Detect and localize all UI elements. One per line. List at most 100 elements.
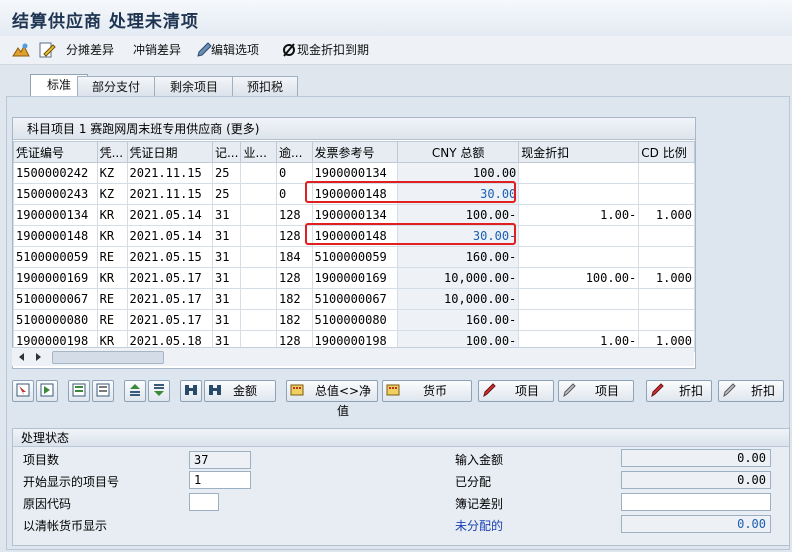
cell-days-overdue[interactable]: 182 [275,288,313,310]
cell-document-type[interactable]: KR [96,267,128,289]
cell-cd-rate[interactable] [638,183,695,205]
cell-cash-discount[interactable] [518,162,640,184]
find-amount-button[interactable]: 金额 [204,380,276,402]
col-header-document-date[interactable]: 凭证日期 [126,141,213,163]
cell-document-date[interactable]: 2021.05.14 [126,204,213,226]
scroll-left-icon[interactable] [18,353,26,361]
cell-cny-gross-amount[interactable]: 160.00- [397,309,520,331]
currency-button[interactable]: 货币 [382,380,472,402]
cell-posting-key[interactable]: 31 [211,288,242,310]
select-item-icon[interactable] [12,380,34,402]
cell-cash-discount[interactable] [518,288,640,310]
reason-code-input[interactable] [189,493,219,511]
activate-item-button[interactable]: 项目 [478,380,554,402]
scroll-thumb[interactable] [52,351,164,364]
cell-cd-rate[interactable] [638,309,695,331]
sort-ascending-icon[interactable] [124,380,146,402]
cell-document-number[interactable]: 5100000059 [13,246,98,268]
cell-business-area[interactable] [240,288,277,310]
cell-cash-discount[interactable] [518,183,640,205]
edit-document-icon[interactable] [38,40,58,60]
cell-posting-key[interactable]: 31 [211,309,242,331]
cell-posting-key[interactable]: 31 [211,246,242,268]
cell-document-type[interactable]: KZ [96,162,128,184]
horizontal-scrollbar[interactable] [12,347,694,366]
cell-document-number[interactable]: 5100000080 [13,309,98,331]
tab-partial-payment[interactable]: 部分支付 [77,76,155,97]
col-header-document-type[interactable]: 凭... [96,141,128,163]
tab-residual-items[interactable]: 剩余项目 [154,76,234,97]
activate-discount-button[interactable]: 折扣 [646,380,712,402]
col-header-invoice-reference[interactable]: 发票参考号 [311,141,399,163]
cell-business-area[interactable] [240,246,277,268]
edit-options-button[interactable]: 编辑选项 [211,40,259,60]
cell-days-overdue[interactable]: 128 [275,267,313,289]
cell-cny-gross-amount[interactable]: 10,000.00- [397,267,520,289]
sort-descending-icon[interactable] [148,380,170,402]
cell-cash-discount[interactable]: 100.00- [518,267,640,289]
col-header-cd-rate[interactable]: CD 比例 [638,141,695,163]
col-header-business-area[interactable]: 业... [240,141,277,163]
cell-invoice-reference[interactable]: 1900000169 [311,267,399,289]
select-all-icon[interactable] [36,380,58,402]
cell-business-area[interactable] [240,162,277,184]
cell-posting-key[interactable]: 25 [211,183,242,205]
cell-document-date[interactable]: 2021.05.15 [126,246,213,268]
cell-cd-rate[interactable] [638,246,695,268]
cell-document-date[interactable]: 2021.05.17 [126,309,213,331]
table-row[interactable]: 5100000059 RE 2021.05.15 31 184 5100000059 160… [13,246,695,268]
charge-off-difference-button[interactable]: 冲销差异 [133,40,181,60]
cell-document-number[interactable]: 1500000243 [13,183,98,205]
cell-document-type[interactable]: KR [96,204,128,226]
table-row[interactable]: 5100000067 RE 2021.05.17 31 182 5100000067 10,… [13,288,695,310]
cell-document-type[interactable]: RE [96,309,128,331]
cell-cd-rate[interactable] [638,225,695,247]
discount-no-icon[interactable] [282,40,296,60]
cell-document-number[interactable]: 1500000242 [13,162,98,184]
cell-document-type[interactable]: KR [96,225,128,247]
cell-cd-rate[interactable]: 1.000 [638,267,695,289]
first-item-input[interactable]: 1 [189,471,251,489]
cell-cny-gross-amount[interactable]: 160.00- [397,246,520,268]
cell-document-number[interactable]: 1900000134 [13,204,98,226]
cell-document-type[interactable]: RE [96,288,128,310]
col-header-cny-gross-amount[interactable]: CNY 总额 [397,141,520,163]
deactivate-item-button[interactable]: 项目 [558,380,634,402]
cell-cash-discount[interactable] [518,225,640,247]
cell-posting-key[interactable]: 31 [211,267,242,289]
cell-posting-key[interactable]: 31 [211,204,242,226]
cash-discount-due-button[interactable]: 现金折扣到期 [297,40,369,60]
cell-invoice-reference[interactable]: 5100000059 [311,246,399,268]
col-header-posting-key[interactable]: 记... [211,141,242,163]
cell-document-date[interactable]: 2021.05.17 [126,288,213,310]
activate-items-icon[interactable] [68,380,90,402]
cell-business-area[interactable] [240,183,277,205]
col-header-cash-discount[interactable]: 现金折扣 [518,141,640,163]
cell-cash-discount[interactable]: 1.00- [518,204,640,226]
cell-document-number[interactable]: 5100000067 [13,288,98,310]
cell-cd-rate[interactable] [638,288,695,310]
distribute-difference-button[interactable]: 分摊差异 [66,40,114,60]
cell-document-type[interactable]: KZ [96,183,128,205]
col-header-days-overdue[interactable]: 逾... [275,141,313,163]
cell-invoice-reference[interactable]: 5100000080 [311,309,399,331]
cell-document-number[interactable]: 1900000148 [13,225,98,247]
overview-icon[interactable] [12,40,32,60]
posting-difference-input[interactable] [621,493,771,511]
cell-document-date[interactable]: 2021.11.15 [126,162,213,184]
cell-business-area[interactable] [240,204,277,226]
cell-document-type[interactable]: RE [96,246,128,268]
cell-posting-key[interactable]: 31 [211,225,242,247]
deactivate-discount-button[interactable]: 折扣 [718,380,784,402]
col-header-document-number[interactable]: 凭证编号 [13,141,98,163]
cell-cash-discount[interactable] [518,246,640,268]
cell-cash-discount[interactable] [518,309,640,331]
cell-document-number[interactable]: 1900000169 [13,267,98,289]
table-row[interactable]: 1900000169 KR 2021.05.17 31 128 1900000169 10,… [13,267,695,289]
cell-days-overdue[interactable]: 184 [275,246,313,268]
cell-business-area[interactable] [240,309,277,331]
cell-cd-rate[interactable] [638,162,695,184]
gross-net-toggle-button[interactable]: 总值<>净值 [286,380,378,418]
cell-days-overdue[interactable]: 182 [275,309,313,331]
cell-invoice-reference[interactable]: 5100000067 [311,288,399,310]
